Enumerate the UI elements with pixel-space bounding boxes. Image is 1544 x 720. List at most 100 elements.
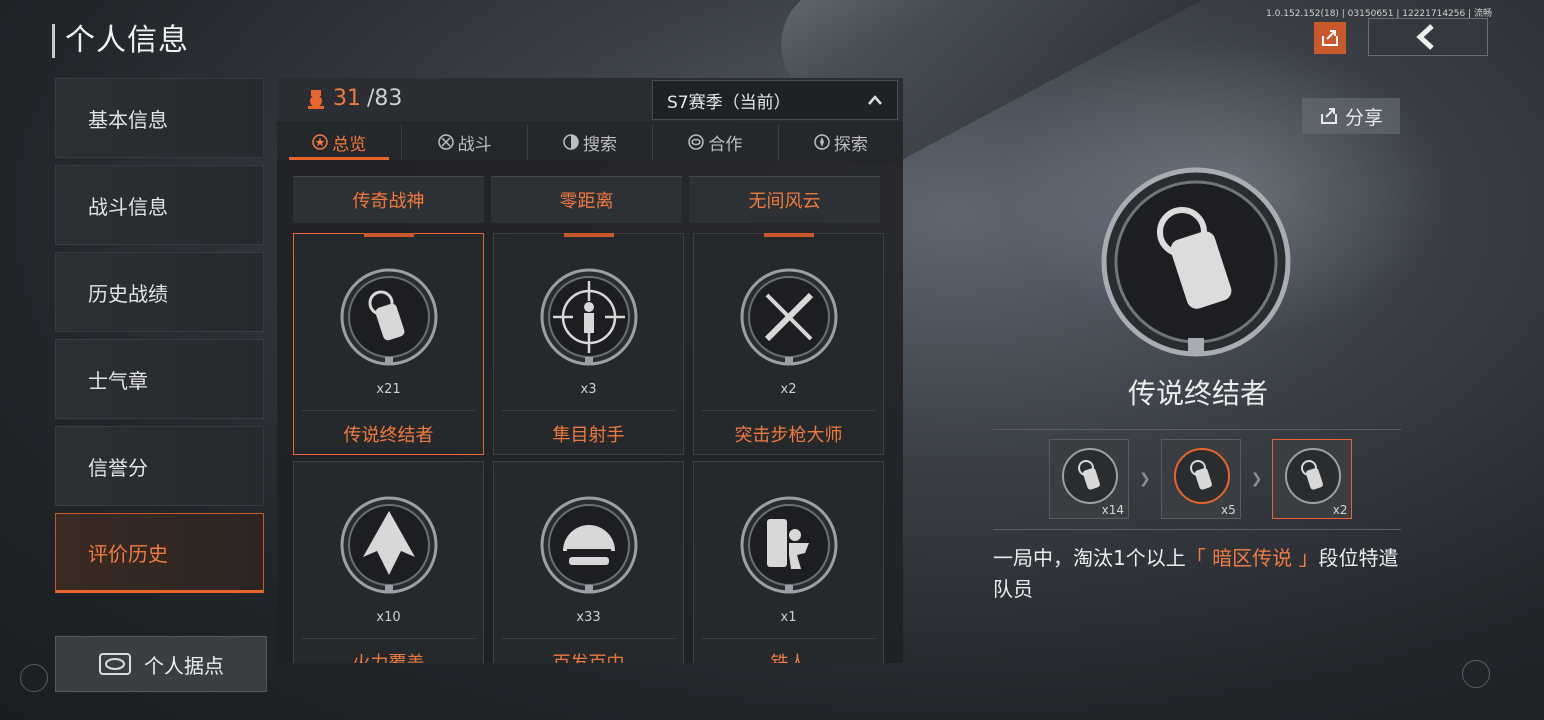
sidebar-item-morale-badges[interactable]: 士气章 xyxy=(55,339,264,419)
badge-count: x3 xyxy=(580,382,597,397)
badge-name: 传说终结者 xyxy=(343,425,434,446)
badge-card-assault-rifle-master[interactable]: x2 突击步枪大师 xyxy=(693,233,884,455)
tab-overview[interactable]: 总览 xyxy=(277,124,403,160)
sidebar: 基本信息 战斗信息 历史战绩 士气章 信誉分 评价历史 xyxy=(55,78,264,600)
badge-count: x1 xyxy=(780,610,797,625)
desc-highlight: 「 暗区传说 」 xyxy=(1185,546,1319,570)
sidebar-item-label: 评价历史 xyxy=(88,541,168,566)
badge-count: x21 xyxy=(376,382,401,397)
corner-decoration xyxy=(20,664,48,692)
medal-icon xyxy=(308,89,324,109)
badge-count-current: 31 xyxy=(333,86,361,111)
personal-base-button[interactable]: 个人据点 xyxy=(55,636,267,692)
sidebar-item-basic-info[interactable]: 基本信息 xyxy=(55,78,264,158)
sidebar-item-review-history[interactable]: 评价历史 xyxy=(55,513,264,593)
badge-count: x33 xyxy=(576,610,601,625)
chevron-right-icon: ❯ xyxy=(1250,471,1263,487)
dog-tag-icon xyxy=(1173,448,1230,504)
tab-label: 合作 xyxy=(708,134,743,155)
back-button[interactable] xyxy=(1368,18,1488,56)
sidebar-item-label: 士气章 xyxy=(88,368,148,393)
card-tab xyxy=(764,233,814,237)
card-tab xyxy=(364,233,414,237)
sidebar-item-battle-info[interactable]: 战斗信息 xyxy=(55,165,264,245)
sidebar-item-credit-score[interactable]: 信誉分 xyxy=(55,426,264,506)
badge-name: 突击步枪大师 xyxy=(734,425,843,446)
tier-count: x2 xyxy=(1332,503,1348,517)
dog-tag-icon xyxy=(1285,448,1342,504)
base-icon xyxy=(99,653,131,675)
detail-badge-name: 传说终结者 xyxy=(1127,377,1268,410)
share-icon xyxy=(1320,108,1337,124)
badge-tiers: x14 ❯ x5 ❯ x2 xyxy=(1049,439,1353,519)
compass-icon xyxy=(814,134,830,150)
handshake-icon xyxy=(688,134,705,150)
tab-explore[interactable]: 探索 xyxy=(779,124,903,160)
badge-name: 百发百中 xyxy=(494,649,683,663)
tab-battle[interactable]: 战斗 xyxy=(402,124,528,160)
search-icon xyxy=(563,134,579,150)
badge-name: 火力覆盖 xyxy=(294,649,483,663)
card-tab xyxy=(564,233,614,237)
page-title: 个人信息 xyxy=(65,23,189,58)
sidebar-item-label: 战斗信息 xyxy=(88,194,168,219)
dog-tag-icon xyxy=(1062,448,1118,504)
badge-count: x10 xyxy=(376,610,401,625)
badge-row: x21 传说终结者 x3 隼目射手 x2 突击步枪大师 xyxy=(293,233,889,455)
badge-card-fire-coverage[interactable]: x10 火力覆盖 xyxy=(293,461,484,663)
badge-row: x10 火力覆盖 x33 百发百中 xyxy=(293,461,889,663)
tab-label: 战斗 xyxy=(457,134,492,155)
assault-rifle-icon xyxy=(740,268,838,366)
panel-header: 31/83 S7赛季（当前） xyxy=(277,78,903,122)
star-icon xyxy=(312,134,328,150)
export-icon xyxy=(1322,30,1338,46)
chevron-right-icon: ❯ xyxy=(1139,471,1151,487)
shield-soldier-icon xyxy=(740,496,838,594)
sidebar-item-label: 信誉分 xyxy=(88,455,148,480)
tab-search[interactable]: 搜索 xyxy=(528,124,654,160)
helmet-icon xyxy=(540,496,638,594)
sidebar-item-history[interactable]: 历史战绩 xyxy=(55,252,264,332)
badge-name: 隼目射手 xyxy=(552,425,625,446)
badge-card-iron-man[interactable]: x1 铁人 xyxy=(693,461,884,663)
badge-card-eagle-eye-shooter[interactable]: x3 隼目射手 xyxy=(493,233,684,455)
column-header: 传奇战神 xyxy=(293,176,484,223)
dog-tag-icon xyxy=(340,268,438,366)
badge-grid: 传奇战神 零距离 无间风云 x21 传说终结者 x3 隼目射手 x2 突击步枪大… xyxy=(293,176,889,663)
arrowhead-icon xyxy=(340,496,438,594)
detail-divider xyxy=(993,429,1401,430)
tier-count: x14 xyxy=(1101,503,1124,517)
season-label: S7赛季（当前） xyxy=(667,92,791,113)
badge-panel: 31/83 S7赛季（当前） 总览 战斗 搜索 合作 探索 传奇战神 零距离 无… xyxy=(277,78,903,663)
card-divider xyxy=(702,410,875,411)
badge-count: 31/83 xyxy=(305,86,402,111)
tier-item[interactable]: x14 xyxy=(1049,439,1129,519)
desc-text: 一局中，淘汰1个以上 xyxy=(993,546,1186,570)
tier-item[interactable]: x2 xyxy=(1272,439,1353,519)
season-select[interactable]: S7赛季（当前） xyxy=(652,80,898,120)
badge-card-legend-terminator[interactable]: x21 传说终结者 xyxy=(293,233,484,455)
column-headers: 传奇战神 零距离 无间风云 xyxy=(293,176,889,223)
sniper-scope-icon xyxy=(540,268,638,366)
share-button[interactable]: 分享 xyxy=(1302,98,1400,134)
tier-count: x5 xyxy=(1220,503,1236,517)
card-divider xyxy=(302,410,475,411)
card-divider xyxy=(302,638,475,639)
tab-cooperation[interactable]: 合作 xyxy=(653,124,779,160)
share-label: 分享 xyxy=(1344,106,1383,129)
tier-item[interactable]: x5 xyxy=(1160,439,1241,519)
corner-decoration xyxy=(1462,660,1490,688)
tab-label: 总览 xyxy=(332,134,367,155)
card-divider xyxy=(502,638,675,639)
personal-base-label: 个人据点 xyxy=(144,653,224,678)
chevron-up-icon xyxy=(868,95,882,105)
detail-badge-icon xyxy=(1101,167,1291,357)
export-button[interactable] xyxy=(1314,22,1346,54)
detail-divider xyxy=(993,529,1401,530)
badge-count: x2 xyxy=(780,382,797,397)
title-bar: 个人信息 xyxy=(52,24,189,58)
badge-description: 一局中，淘汰1个以上「 暗区传说 」段位特遣队员 xyxy=(993,543,1413,605)
badge-card-hundred-hits[interactable]: x33 百发百中 xyxy=(493,461,684,663)
tab-label: 探索 xyxy=(833,134,868,155)
back-arrow-icon xyxy=(1416,24,1434,50)
